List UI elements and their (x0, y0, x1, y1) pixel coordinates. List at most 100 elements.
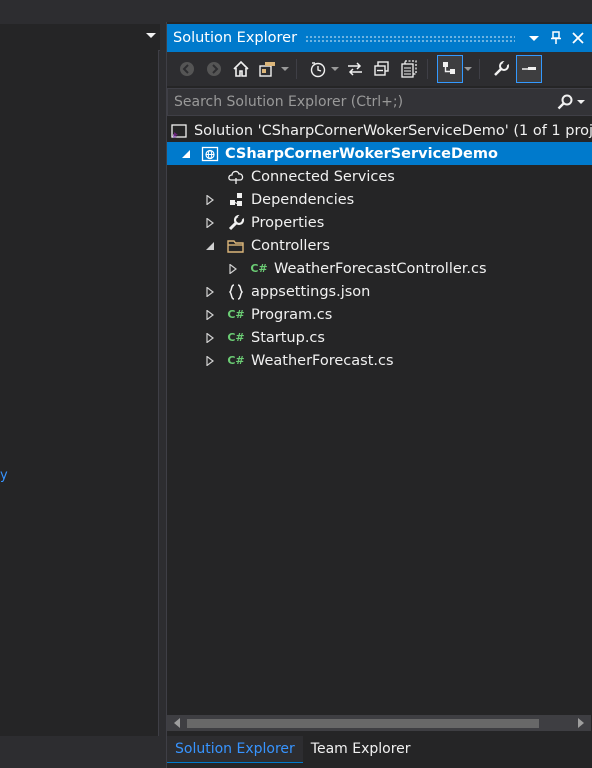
forward-arrow-icon (207, 62, 221, 76)
scroll-right-icon[interactable] (577, 718, 585, 728)
switch-views-button[interactable] (256, 56, 280, 82)
collapsed-arrow-icon[interactable] (203, 308, 217, 322)
collapsed-arrow-icon[interactable] (203, 216, 217, 230)
horizontal-scrollbar[interactable] (167, 715, 591, 731)
collapsed-arrow-icon[interactable] (203, 354, 217, 368)
collapsed-arrow-icon[interactable] (226, 262, 240, 276)
csharp-file-icon: C# (227, 331, 245, 344)
pin-icon (551, 31, 561, 44)
json-file-icon (227, 283, 245, 301)
wrench-icon (227, 213, 245, 232)
collapse-all-icon (374, 61, 389, 76)
view-dropdown[interactable] (463, 56, 473, 82)
scrollbar-thumb[interactable] (187, 719, 539, 728)
tree-item-label: Controllers (251, 237, 330, 254)
tree-view-icon (443, 62, 455, 74)
collapse-all-button[interactable] (370, 56, 394, 82)
chevron-down-icon[interactable] (146, 30, 156, 40)
chevron-down-icon (464, 67, 472, 71)
tree-item-program[interactable]: C# Program.cs (167, 303, 592, 326)
tree-item-connected-services[interactable]: Connected Services (167, 165, 592, 188)
scroll-left-icon[interactable] (173, 718, 181, 728)
tree-item-label: CSharpCornerWokerServiceDemo (225, 145, 498, 162)
tree-item-label: Connected Services (251, 168, 395, 185)
chevron-down-icon (577, 100, 585, 104)
left-tab-bar (0, 24, 160, 51)
solution-tree: Solution 'CSharpCornerWokerServiceDemo' … (167, 118, 592, 708)
csharp-file-icon: C# (227, 308, 245, 321)
toolbar-separator (479, 59, 480, 79)
tree-item-weatherforecast[interactable]: C# WeatherForecast.cs (167, 349, 592, 372)
pin-button[interactable] (545, 26, 567, 50)
tree-item-dependencies[interactable]: Dependencies (167, 188, 592, 211)
search-button[interactable] (557, 94, 586, 110)
tree-item-solution[interactable]: Solution 'CSharpCornerWokerServiceDemo' … (167, 119, 592, 142)
drag-grip[interactable] (305, 34, 515, 42)
tree-item-label: Startup.cs (251, 329, 325, 346)
wrench-icon (494, 60, 510, 76)
solution-explorer-panel: Solution Explorer Search Solution Explor… (166, 22, 592, 768)
pending-changes-dropdown[interactable] (330, 56, 340, 82)
search-box (167, 88, 592, 116)
tree-item-properties[interactable]: Properties (167, 211, 592, 234)
sync-arrows-icon (348, 62, 362, 76)
panel-title-bar: Solution Explorer (167, 24, 592, 52)
close-button[interactable] (567, 26, 589, 50)
solution-icon (170, 122, 188, 140)
panel-tabs: Solution Explorer Team Explorer (167, 735, 592, 763)
left-pane: y (0, 0, 166, 768)
collapsed-arrow-icon[interactable] (203, 331, 217, 345)
toolbar-separator (296, 59, 297, 79)
switch-views-dropdown[interactable] (280, 56, 290, 82)
tree-item-label: WeatherForecast.cs (251, 352, 394, 369)
tree-item-startup[interactable]: C# Startup.cs (167, 326, 592, 349)
properties-button[interactable] (489, 56, 513, 82)
tree-item-label: Dependencies (251, 191, 355, 208)
panel-toolbar (167, 52, 592, 86)
editor-area: y (0, 50, 159, 736)
switch-views-icon (259, 62, 275, 77)
pending-changes-filter-button[interactable] (306, 56, 330, 82)
connected-services-icon (227, 168, 245, 186)
tree-item-appsettings[interactable]: appsettings.json (167, 280, 592, 303)
preview-pane-button[interactable] (516, 55, 542, 83)
tree-item-weatherforecastcontroller[interactable]: C# WeatherForecastController.cs (167, 257, 592, 280)
panel-title: Solution Explorer (173, 30, 298, 46)
sync-with-active-document-button[interactable] (343, 56, 367, 82)
tree-item-label: Properties (251, 214, 325, 231)
tree-item-controllers[interactable]: Controllers (167, 234, 592, 257)
web-project-icon (201, 145, 219, 163)
home-button[interactable] (229, 56, 253, 82)
tab-team-explorer[interactable]: Team Explorer (303, 736, 419, 762)
toolbar-separator (427, 59, 428, 79)
expanded-arrow-icon[interactable] (179, 147, 193, 161)
tree-item-label: appsettings.json (251, 283, 371, 300)
link-text[interactable]: y (0, 468, 8, 483)
chevron-down-icon (331, 67, 339, 71)
forward-button[interactable] (202, 56, 226, 82)
chevron-down-icon (281, 67, 289, 71)
preview-selected-items-button[interactable] (437, 55, 463, 83)
chevron-down-icon (529, 36, 539, 41)
search-input[interactable] (168, 93, 557, 111)
show-all-files-button[interactable] (397, 56, 421, 82)
home-icon (233, 60, 249, 77)
clock-icon (310, 62, 326, 78)
window-menu-button[interactable] (523, 26, 545, 50)
expanded-arrow-icon[interactable] (203, 239, 217, 253)
csharp-file-icon: C# (250, 262, 268, 275)
show-all-files-icon (401, 60, 417, 78)
collapsed-arrow-icon[interactable] (203, 285, 217, 299)
preview-icon (522, 67, 536, 70)
back-button[interactable] (175, 56, 199, 82)
close-icon (572, 32, 584, 44)
tree-item-project[interactable]: CSharpCornerWokerServiceDemo (167, 142, 592, 165)
tree-item-label: WeatherForecastController.cs (274, 260, 487, 277)
collapsed-arrow-icon[interactable] (203, 193, 217, 207)
tree-item-label: Program.cs (251, 306, 333, 323)
folder-icon (227, 237, 245, 255)
tab-solution-explorer[interactable]: Solution Explorer (167, 735, 303, 763)
csharp-file-icon: C# (227, 354, 245, 367)
dependencies-icon (227, 191, 245, 209)
tree-item-label: Solution 'CSharpCornerWokerServiceDemo' … (193, 122, 592, 139)
